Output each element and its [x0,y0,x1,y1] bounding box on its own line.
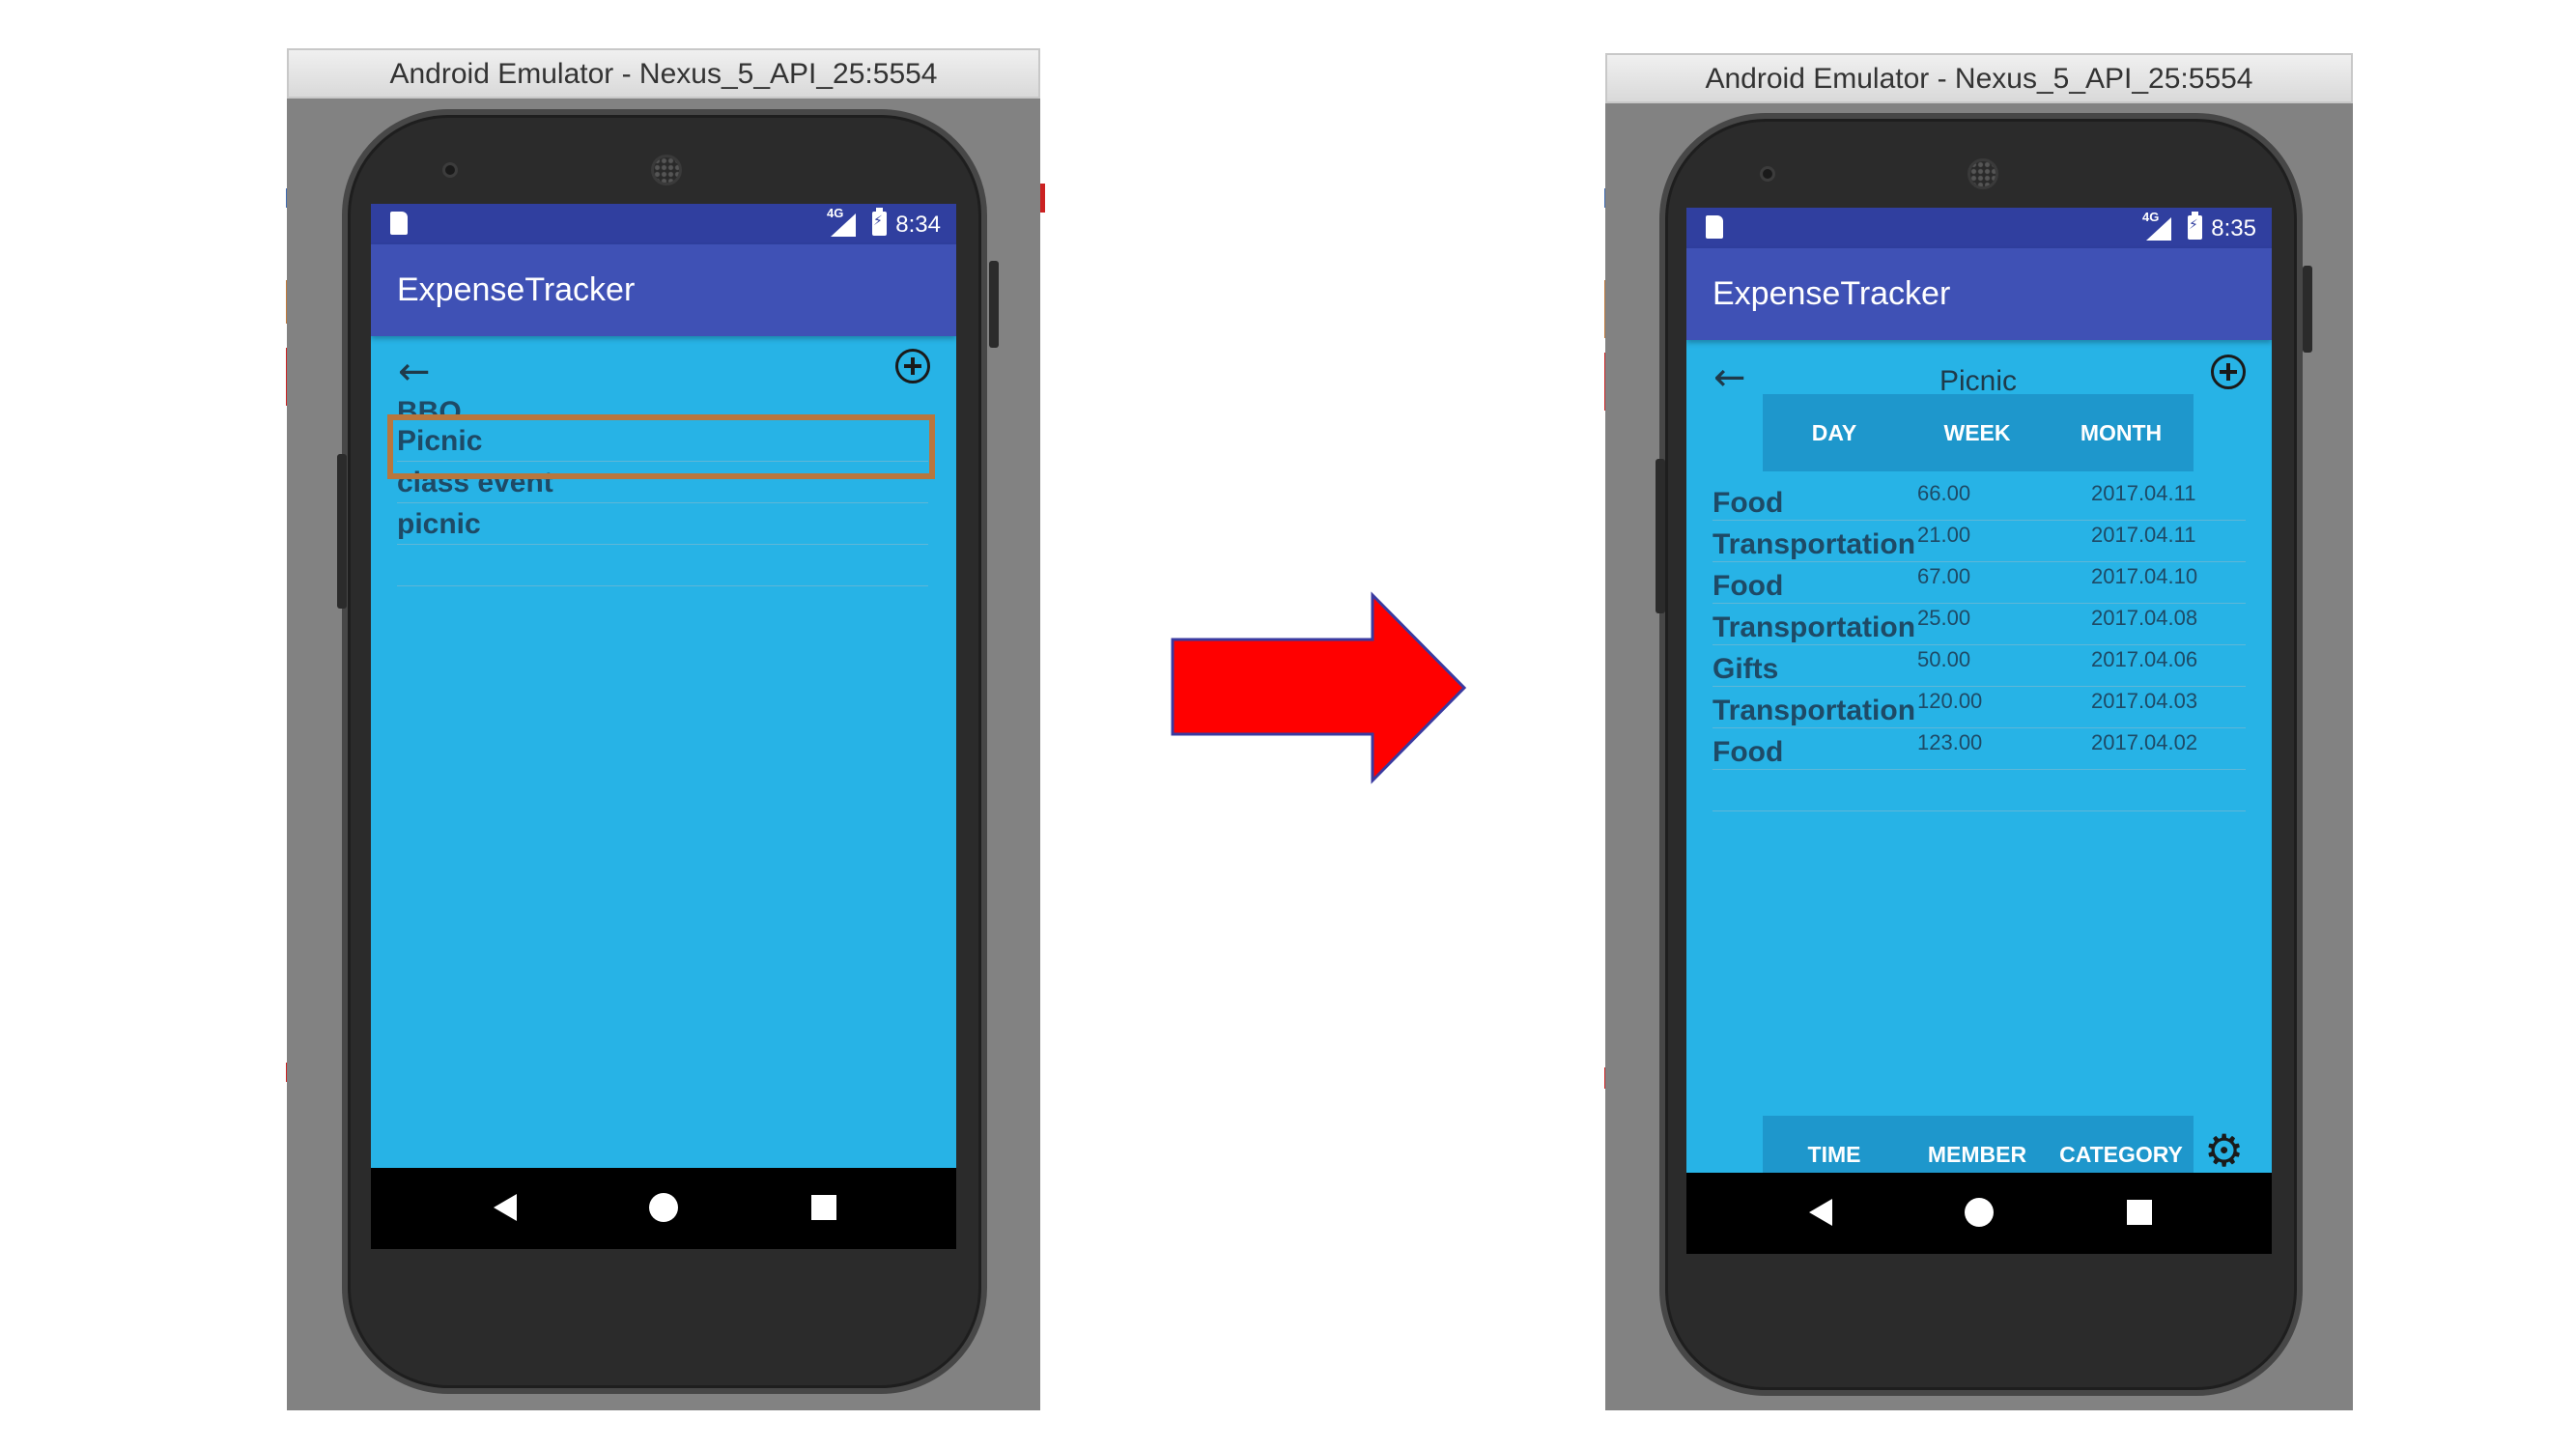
signal-icon: 4G [2142,210,2171,241]
expense-date: 2017.04.02 [2091,730,2198,754]
table-row[interactable]: Food 123.00 2017.04.02 [1713,728,2246,770]
gear-icon[interactable]: ⚙ [2204,1128,2244,1173]
table-row[interactable]: Transportation 25.00 2017.04.08 [1713,604,2246,645]
expense-amount: 25.00 [1917,606,1971,630]
list-separator [397,545,928,586]
tab-month[interactable]: MONTH [2049,394,2194,471]
expense-date: 2017.04.08 [2091,606,2198,630]
list-item-picnic-lower[interactable]: picnic [397,503,928,545]
right-emulator-window: Android Emulator - Nexus_5_API_25:5554 4… [1605,53,2353,1410]
expense-date: 2017.04.06 [2091,647,2198,671]
app-bar-title: ExpenseTracker [371,244,956,336]
status-time: 8:35 [2211,215,2256,242]
list-item-picnic[interactable]: Picnic [397,420,928,462]
list-item-bbq[interactable]: BBQ [397,385,928,420]
navigation-bar [1686,1173,2272,1254]
list-item-label: class event [397,467,553,498]
battery-icon [872,208,887,236]
back-arrow-icon[interactable]: ← [1713,358,1746,397]
tab-day[interactable]: DAY [1763,394,1906,471]
status-bar: 4G 8:35 [1686,208,2272,248]
expense-category: Transportation [1713,528,1916,560]
table-row[interactable]: Food 66.00 2017.04.11 [1713,479,2246,521]
triangle-back-icon[interactable] [1809,1199,1832,1226]
side-button [2303,266,2312,353]
list-separator [1713,770,2246,811]
emulator-title-bar: Android Emulator - Nexus_5_API_25:5554 [1605,53,2353,103]
expense-amount: 50.00 [1917,647,1971,671]
expense-date: 2017.04.03 [2091,689,2198,713]
expense-amount: 21.00 [1917,523,1971,547]
table-row[interactable]: Food 67.00 2017.04.10 [1713,562,2246,604]
sd-card-icon [390,212,408,235]
earpiece-speaker [651,155,682,185]
device-screen: 4G 8:34 ExpenseTracker ← BBQ Picnic clas… [371,204,956,1249]
expense-category: Food [1713,487,1784,519]
sd-card-icon [1706,215,1723,239]
list-item-label: Picnic [397,425,483,457]
signal-icon: 4G [827,206,856,237]
square-recent-icon[interactable] [2127,1200,2152,1225]
list-item-label: BBQ [397,396,462,420]
list-item-label: picnic [397,508,481,540]
expense-date: 2017.04.11 [2091,481,2196,505]
expense-category: Transportation [1713,695,1916,726]
expense-category: Transportation [1713,611,1916,643]
add-circle-icon[interactable] [2211,355,2246,389]
add-circle-icon[interactable] [895,349,930,384]
expense-date: 2017.04.11 [2091,523,2196,547]
device-screen: 4G 8:35 ExpenseTracker ← Picnic DAY WEEK… [1686,208,2272,1254]
status-time: 8:34 [895,212,941,238]
app-bar-title: ExpenseTracker [1686,248,2272,340]
expense-amount: 123.00 [1917,730,1983,754]
right-arrow-icon [1171,591,1467,784]
tab-week[interactable]: WEEK [1906,394,2049,471]
expense-category: Food [1713,736,1784,768]
expense-category: Food [1713,570,1784,602]
table-row[interactable]: Transportation 21.00 2017.04.11 [1713,521,2246,562]
expense-amount: 66.00 [1917,481,1971,505]
expense-date: 2017.04.10 [2091,564,2198,588]
period-tab-bar: DAY WEEK MONTH [1763,394,2194,471]
square-recent-icon[interactable] [811,1195,836,1220]
expense-category: Gifts [1713,653,1779,685]
status-bar: 4G 8:34 [371,204,956,244]
side-button [1656,459,1665,613]
navigation-bar [371,1168,956,1249]
front-camera [442,162,458,178]
side-button [989,261,999,348]
front-camera [1760,166,1775,182]
table-row[interactable]: Transportation 120.00 2017.04.03 [1713,687,2246,728]
earpiece-speaker [1967,158,1998,189]
expense-amount: 120.00 [1917,689,1983,713]
side-button [337,454,347,609]
triangle-back-icon[interactable] [494,1194,517,1221]
screen-title: Picnic [1939,365,2018,397]
battery-icon [2188,212,2202,240]
table-row[interactable]: Gifts 50.00 2017.04.06 [1713,645,2246,687]
list-item-class-event[interactable]: class event [397,462,928,503]
circle-home-icon[interactable] [649,1193,678,1222]
emulator-title-bar: Android Emulator - Nexus_5_API_25:5554 [287,48,1040,99]
circle-home-icon[interactable] [1965,1198,1994,1227]
expense-amount: 67.00 [1917,564,1971,588]
left-emulator-window: Android Emulator - Nexus_5_API_25:5554 4… [287,48,1040,1410]
